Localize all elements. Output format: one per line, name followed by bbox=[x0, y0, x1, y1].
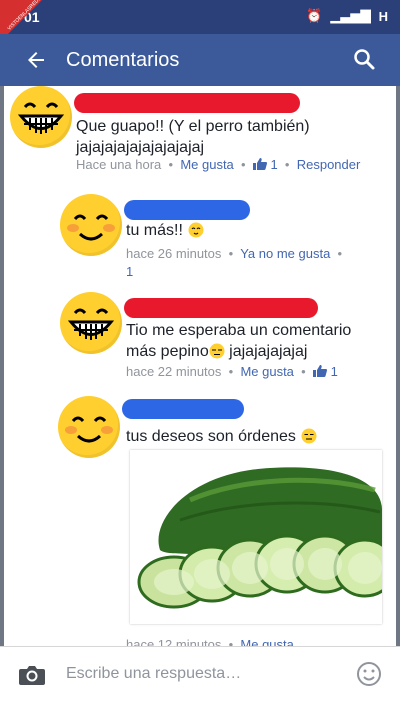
reply-input[interactable]: Escribe una respuesta… bbox=[66, 665, 241, 683]
separator: • bbox=[337, 246, 343, 261]
comment-time: hace 22 minutos bbox=[126, 364, 222, 379]
page-title: Comentarios bbox=[66, 49, 180, 71]
comment-time: Hace una hora bbox=[76, 157, 162, 172]
comment-text-line: tu más!! bbox=[126, 222, 183, 239]
comment-meta: hace 26 minutos • Ya no me gusta • 1 bbox=[126, 245, 356, 281]
separator: • bbox=[284, 157, 290, 172]
separator: • bbox=[228, 364, 234, 379]
like-link[interactable]: Me gusta bbox=[180, 157, 233, 172]
comment-meta: hace 12 minutos • Me gusta bbox=[126, 636, 294, 646]
avatar[interactable] bbox=[58, 396, 120, 458]
comment-text-line: Tio me esperaba un comentario bbox=[126, 322, 352, 339]
comment-text: tus deseos son órdenes bbox=[126, 426, 317, 447]
avatar[interactable] bbox=[10, 86, 72, 148]
top-app-bar: Comentarios bbox=[0, 34, 400, 86]
avatar[interactable] bbox=[60, 292, 122, 354]
thumbs-up-icon bbox=[312, 365, 327, 377]
comment-meta: hace 22 minutos • Me gusta • 1 bbox=[126, 363, 338, 381]
like-count: 1 bbox=[126, 264, 134, 279]
like-link[interactable]: Me gusta bbox=[240, 364, 293, 379]
status-icons: ⏰ ▁▃▅▇ H bbox=[306, 8, 388, 24]
comment-text-line: tus deseos son órdenes bbox=[126, 428, 296, 445]
redacted-username bbox=[122, 399, 244, 419]
comment-text: Tio me esperaba un comentario más pepino… bbox=[126, 320, 351, 362]
like-count: 1 bbox=[270, 157, 278, 172]
emoji-icon[interactable] bbox=[356, 661, 382, 687]
cucumber-image bbox=[130, 450, 382, 624]
separator: • bbox=[301, 364, 306, 379]
blush-emoji-icon bbox=[188, 222, 204, 238]
comments-list: Que guapo!! (Y el perro también) jajajaj… bbox=[0, 86, 400, 646]
redacted-username bbox=[124, 200, 250, 220]
camera-icon[interactable] bbox=[18, 663, 46, 687]
comment-text-line: jajajajajajajajajajaj bbox=[76, 139, 205, 156]
comment-text: Que guapo!! (Y el perro también) jajajaj… bbox=[76, 116, 310, 158]
back-arrow-icon[interactable] bbox=[24, 48, 48, 72]
carrier-label: H bbox=[378, 8, 388, 24]
smiling-face-icon bbox=[67, 214, 115, 241]
unlike-link[interactable]: Ya no me gusta bbox=[240, 246, 330, 261]
status-bar: 01 ⏰ ▁▃▅▇ H bbox=[0, 0, 400, 34]
comment-time: hace 12 minutos bbox=[126, 637, 222, 646]
reply-composer: Escribe una respuesta… bbox=[0, 646, 400, 704]
comment-text: tu más!! bbox=[126, 220, 204, 241]
like-count: 1 bbox=[330, 364, 338, 379]
unamused-emoji-icon bbox=[209, 343, 225, 359]
separator: • bbox=[168, 157, 174, 172]
signal-icon: ▁▃▅▇ bbox=[330, 8, 371, 23]
redacted-username bbox=[74, 93, 300, 113]
reply-link[interactable]: Responder bbox=[297, 157, 361, 172]
grinning-face-icon bbox=[67, 308, 115, 340]
redacted-username bbox=[124, 298, 318, 318]
comment-time: hace 26 minutos bbox=[126, 246, 222, 261]
search-icon[interactable] bbox=[352, 47, 376, 71]
grinning-face-icon bbox=[17, 102, 65, 134]
alarm-icon: ⏰ bbox=[306, 8, 323, 23]
comment-text-line: Que guapo!! (Y el perro también) bbox=[76, 118, 310, 135]
separator: • bbox=[228, 246, 234, 261]
avatar[interactable] bbox=[60, 194, 122, 256]
comment-text-part: jajajajajajaj bbox=[224, 343, 308, 360]
comment-text-line: más pepino jajajajajajaj bbox=[126, 341, 351, 362]
cucumber-photo[interactable] bbox=[130, 450, 382, 624]
comment-meta: Hace una hora • Me gusta • 1 • Responder bbox=[76, 156, 360, 174]
thumbs-up-icon bbox=[252, 158, 267, 170]
separator: • bbox=[241, 157, 246, 172]
smiling-face-icon bbox=[65, 416, 113, 443]
expressionless-emoji-icon bbox=[301, 428, 317, 444]
comment-text-part: más pepino bbox=[126, 343, 209, 360]
like-link[interactable]: Me gusta bbox=[240, 637, 293, 646]
